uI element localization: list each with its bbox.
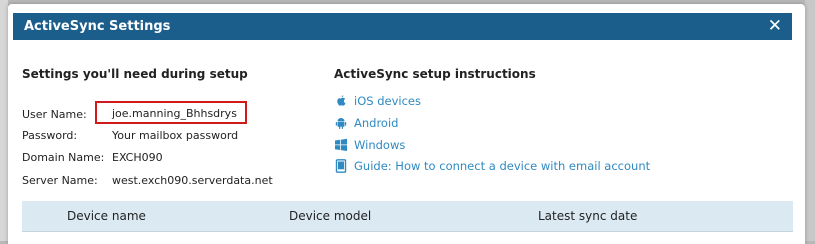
guide-link[interactable]: Guide: How to connect a device with emai… <box>354 159 650 173</box>
ios-devices-link[interactable]: iOS devices <box>354 94 421 108</box>
password-value: Your mailbox password <box>112 129 239 142</box>
table-divider <box>22 231 793 232</box>
user-name-label: User Name: <box>22 108 87 121</box>
domain-name-label: Domain Name: <box>22 151 105 164</box>
background-page-right <box>805 0 815 241</box>
dialog-title: ActiveSync Settings <box>24 19 171 34</box>
column-device-name[interactable]: Device name <box>67 209 146 223</box>
apple-icon <box>337 95 346 106</box>
column-latest-sync-date[interactable]: Latest sync date <box>538 209 637 223</box>
instructions-heading: ActiveSync setup instructions <box>334 67 536 81</box>
settings-heading: Settings you'll need during setup <box>22 67 248 81</box>
server-name-label: Server Name: <box>22 174 98 187</box>
background-page-left <box>0 0 8 241</box>
server-name-value: west.exch090.serverdata.net <box>112 174 273 187</box>
column-device-model[interactable]: Device model <box>289 209 371 223</box>
user-name-value-box: joe.manning_Bhhsdrys <box>95 101 247 124</box>
close-icon[interactable]: ✕ <box>768 17 782 35</box>
windows-link[interactable]: Windows <box>354 138 405 152</box>
device-icon <box>335 159 347 173</box>
user-name-value: joe.manning_Bhhsdrys <box>112 107 237 120</box>
devices-table-header: Device name Device model Latest sync dat… <box>22 201 793 231</box>
dialog-titlebar: ActiveSync Settings ✕ <box>13 13 792 40</box>
password-label: Password: <box>22 129 78 142</box>
android-icon <box>335 118 347 129</box>
android-link[interactable]: Android <box>354 116 398 130</box>
domain-name-value: EXCH090 <box>112 151 163 164</box>
windows-icon <box>335 138 347 151</box>
